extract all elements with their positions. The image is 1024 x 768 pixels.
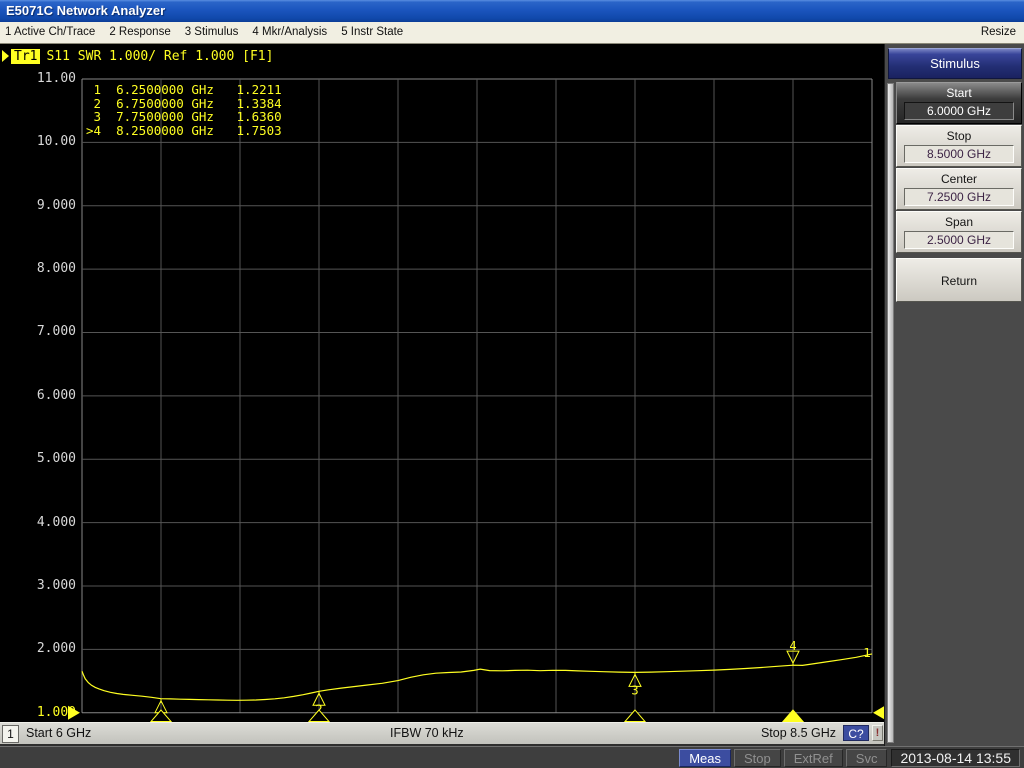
trace-label-chip[interactable]: Tr1 [11,48,41,64]
y-axis-label: 8.000 [36,261,76,277]
marker-3-stimulus-triangle[interactable] [623,709,647,722]
status-svc: Svc [845,748,888,767]
softkey-label: Start [946,86,972,100]
swr-plot: 11234 [68,78,884,722]
y-axis-label: 11.00 [36,71,76,86]
warning-badge: ! [872,725,883,741]
softkey-value: 2.5000 GHz [904,231,1014,249]
softkey-center[interactable]: Center 7.2500 GHz [896,168,1022,210]
trace-status-line: Tr1 S11 SWR 1.000/ Ref 1.000 [F1] [2,48,273,64]
softkey-label: Span [944,215,974,229]
softkey-value: 8.5000 GHz [904,145,1014,163]
ifbw-label: IFBW 70 kHz [390,726,464,740]
datetime-display: 2013-08-14 13:55 [891,748,1020,767]
y-axis-label: 10.00 [36,134,76,150]
trace-end-number: 1 [863,645,871,660]
menu-item-4-mkr-analysis[interactable]: 4 Mkr/Analysis [252,22,327,43]
marker-1-stimulus-triangle[interactable] [149,709,173,722]
active-trace-arrow-icon [2,50,9,62]
status-meas: Meas [679,748,732,767]
window-title: E5071C Network Analyzer [6,3,166,18]
menu-bar: 1 Active Ch/Trace 2 Response 3 Stimulus 4 M… [0,22,1024,44]
y-axis-label: 4.000 [36,514,76,530]
start-frequency-label: Start 6 GHz [26,726,92,740]
menu-item-2-response[interactable]: 2 Response [109,22,170,43]
instrument-screen: 11234 Tr1 S11 SWR 1.000/ Ref 1.000 [F1] … [0,44,884,722]
reference-level-arrow-right [873,706,884,720]
y-axis-label: 3.000 [36,577,76,593]
y-axis-label: 7.000 [36,324,76,340]
marker-4-stimulus-triangle[interactable] [781,709,805,722]
softkey-stop[interactable]: Stop 8.5000 GHz [896,125,1022,167]
stop-frequency-label: Stop 8.5 GHz [760,726,836,740]
channel-status-bar: 1 Start 6 GHz IFBW 70 kHz Stop 8.5 GHz C… [0,722,884,744]
y-axis-label: 5.000 [36,451,76,467]
y-axis-label: 6.000 [36,387,76,403]
marker-table-row: 1 6.2500000 GHz 1.2211 [86,82,282,97]
softkey-value: 6.0000 GHz [904,102,1014,120]
menu-item-3-stimulus[interactable]: 3 Stimulus [185,22,239,43]
softkey-scrollbar[interactable] [887,83,894,743]
title-bar: E5071C Network Analyzer [0,0,1024,22]
softkey-value: 7.2500 GHz [904,188,1014,206]
channel-number-box: 1 [2,725,19,743]
softkey-label: Return [940,274,978,288]
softkey-menu-title: Stimulus [888,48,1022,79]
instrument-status-bar: Meas Stop ExtRef Svc 2013-08-14 13:55 [0,746,1024,768]
marker-table-row: 3 7.7500000 GHz 1.6360 [86,109,282,124]
softkey-span[interactable]: Span 2.5000 GHz [896,211,1022,253]
y-axis-label: 2.000 [36,641,76,657]
marker-3-number: 3 [631,683,638,697]
trace-status-detail: S11 SWR 1.000/ Ref 1.000 [F1] [46,48,274,64]
menu-items: 1 Active Ch/Trace 2 Response 3 Stimulus 4 M… [0,26,403,38]
marker-table: 1 6.2500000 GHz 1.2211 2 6.7500000 GHz 1… [86,83,282,137]
status-extref: ExtRef [783,748,843,767]
softkey-sidebar: Stimulus Start 6.0000 GHz Stop 8.5000 GHz Ce… [884,44,1024,746]
e5071c-window: E5071C Network Analyzer 1 Active Ch/Trac… [0,0,1024,768]
softkey-list: Start 6.0000 GHz Stop 8.5000 GHz Center 7.250… [896,82,1022,303]
menu-item-5-instr-state[interactable]: 5 Instr State [341,22,403,43]
menu-resize[interactable]: Resize [981,22,1016,43]
y-axis-label: 1.000 [36,704,76,720]
calibration-badge: C? [843,725,869,741]
status-stop: Stop [734,748,781,767]
softkey-start[interactable]: Start 6.0000 GHz [896,82,1022,124]
menu-item-1-active-ch-trace[interactable]: 1 Active Ch/Trace [5,22,95,43]
softkey-return[interactable]: Return [896,258,1022,302]
marker-table-row: 2 6.7500000 GHz 1.3384 [86,95,282,111]
marker-2-stimulus-triangle[interactable] [307,709,331,722]
marker-table-row: >4 8.2500000 GHz 1.7503 [86,122,282,138]
y-axis-label: 9.000 [36,197,76,213]
softkey-label: Stop [946,129,972,143]
softkey-label: Center [940,172,978,186]
status-indicators: Meas Stop ExtRef Svc [676,748,888,767]
